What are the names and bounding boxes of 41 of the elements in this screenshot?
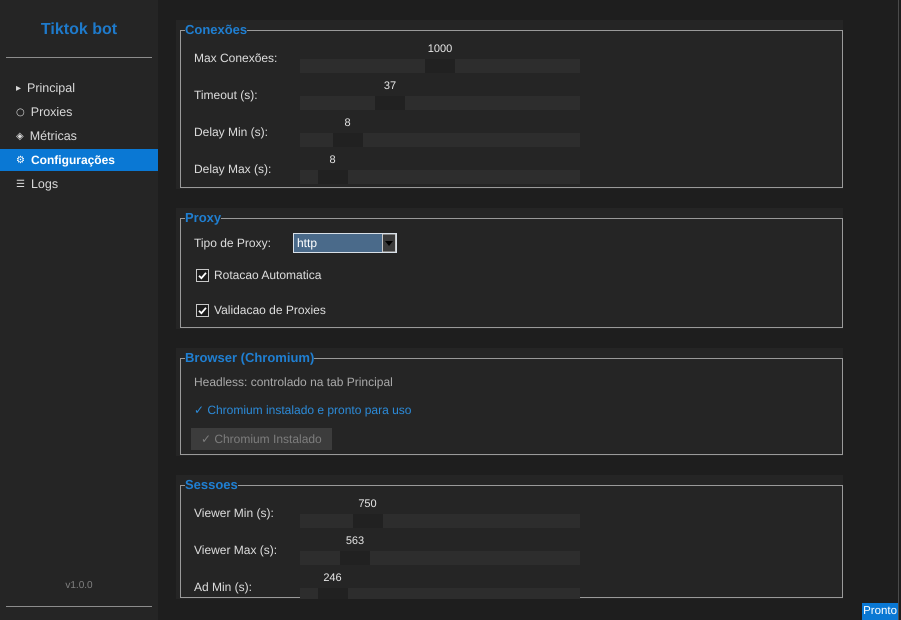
gear-icon: ⚙ (16, 154, 25, 166)
checkbox-icon[interactable] (196, 268, 209, 282)
group-title: Proxy (185, 210, 222, 226)
nav-item[interactable]: ○ Proxies (0, 101, 158, 123)
circle-icon: ○ (16, 106, 25, 118)
checkbox-option[interactable]: Validacao de Proxies (194, 302, 326, 318)
nav-item[interactable]: ☰ Logs (0, 173, 158, 195)
status-label: Pronto (862, 603, 898, 620)
slider-value: 8 (329, 154, 336, 168)
nav-item[interactable]: ⚙ Configurações (0, 149, 158, 171)
checkbox-icon[interactable] (196, 304, 209, 316)
slider-value: 8 (344, 117, 351, 131)
info-text: Headless: controlado na tab Principal (194, 374, 393, 390)
proxy-type-dropdown[interactable]: http (293, 233, 397, 253)
group-title: Sessoes (185, 477, 238, 493)
dropdown-label: Tipo de Proxy: (194, 236, 271, 250)
nav-item[interactable]: ▸ Principal (0, 77, 158, 99)
caret-icon (382, 234, 396, 252)
slider-label: Viewer Min (s): (194, 506, 274, 520)
group-title: Conexões (185, 22, 248, 38)
triangle-icon: ▸ (16, 82, 22, 94)
version-text: v1.0.0 (65, 580, 93, 592)
slider-label: Max Conexões: (194, 50, 278, 66)
slider-label: Viewer Max (s): (194, 542, 278, 558)
slider-label: Ad Min (s): (194, 580, 252, 594)
slider-label: Timeout (s): (194, 88, 258, 102)
status-text: ✓ Chromium instalado e pronto para uso (194, 402, 412, 418)
slider-value: 1000 (428, 43, 452, 57)
checkbox-option[interactable]: Rotacao Automatica (194, 267, 322, 283)
slider-label: Delay Max (s): (194, 162, 272, 176)
slider-value: 750 (358, 498, 377, 512)
slider-value: 246 (323, 572, 342, 586)
group-title: Browser (Chromium) (185, 350, 314, 366)
menu-icon: ☰ (16, 178, 25, 190)
nav-item[interactable]: ◈ Métricas (0, 125, 158, 147)
diamond-icon: ◈ (16, 130, 24, 142)
slider-track[interactable] (300, 588, 580, 599)
app-title: Tiktok bot (40, 20, 118, 40)
slider-label: Delay Min (s): (194, 124, 268, 140)
slider-value: 563 (346, 535, 364, 549)
slider-value: 37 (384, 80, 396, 94)
